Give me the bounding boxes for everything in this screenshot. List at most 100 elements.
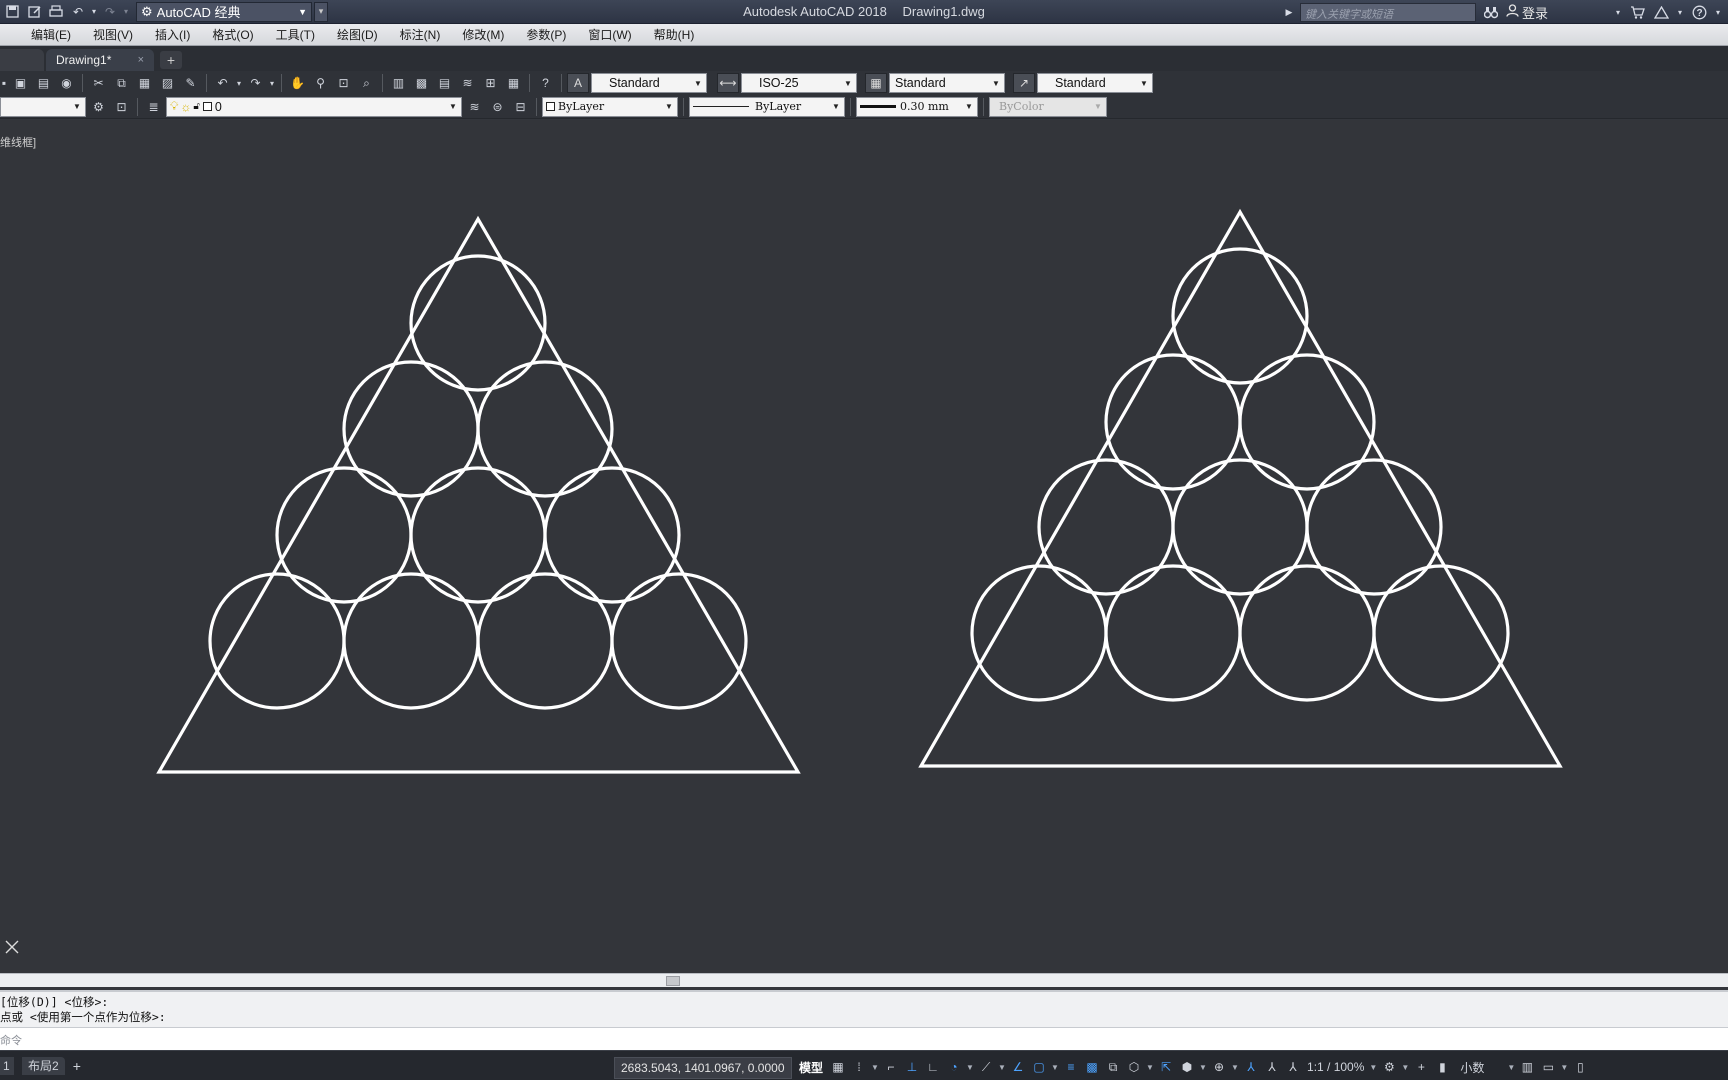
object-snap-tracking-icon[interactable]: ∠ <box>1009 1057 1027 1077</box>
quick-properties-icon[interactable]: ▥ <box>1518 1057 1536 1077</box>
autodesk-a360-icon[interactable] <box>1652 3 1670 21</box>
annotation-scale-icon[interactable]: ⅄ <box>1284 1057 1302 1077</box>
menu-dimension[interactable]: 标注(N) <box>389 24 452 46</box>
chevron-down-icon[interactable]: ▼ <box>871 1057 879 1077</box>
make-current-layer-icon[interactable]: ≋ <box>464 97 485 117</box>
mleader-style-dropdown[interactable]: Standard ▼ <box>1037 73 1153 93</box>
block-editor-icon[interactable]: ✎ <box>180 73 201 93</box>
paste-icon[interactable]: ▦ <box>134 73 155 93</box>
annotation-visibility-icon[interactable]: ⅄ <box>1242 1057 1260 1077</box>
model-space-button[interactable]: 模型 <box>796 1057 826 1077</box>
calculator-icon[interactable]: ▦ <box>503 73 524 93</box>
units-icon[interactable]: ▮ <box>1433 1057 1451 1077</box>
linetype-dropdown[interactable]: ByLayer ▼ <box>689 96 845 117</box>
chevron-down-icon[interactable]: ▼ <box>1146 1057 1154 1077</box>
command-input[interactable]: 命令 <box>0 1027 1728 1050</box>
grid-icon[interactable]: ▦ <box>829 1057 847 1077</box>
add-layout-button[interactable]: + <box>73 1058 81 1074</box>
chevron-down-icon[interactable]: ▼ <box>966 1057 974 1077</box>
isometric-drafting-icon[interactable]: ⟋ <box>977 1057 995 1077</box>
drawing-canvas[interactable]: 维线框] <box>0 120 1728 987</box>
annotation-scale-value[interactable]: 1:1 / 100% <box>1305 1057 1366 1077</box>
layer-dropdown[interactable]: 💡︎ ☼ 🔓︎ 0 ▼ <box>166 96 462 117</box>
redo-dropdown-icon[interactable]: ▾ <box>122 3 130 21</box>
publish-icon[interactable]: ◉ <box>56 73 77 93</box>
close-icon[interactable]: × <box>138 54 144 66</box>
selection-filter-icon[interactable]: ⬢ <box>1178 1057 1196 1077</box>
menu-parametric[interactable]: 参数(P) <box>515 24 577 46</box>
print-icon[interactable] <box>46 3 66 21</box>
undo-dropdown-icon[interactable]: ▾ <box>235 73 243 93</box>
text-style-icon[interactable]: A <box>567 73 589 93</box>
menu-view[interactable]: 视图(V) <box>82 24 144 46</box>
workspace-dropdown[interactable]: ⚙ AutoCAD 经典 ▼ <box>136 1 312 22</box>
triangle-drawing-right[interactable] <box>918 208 1563 768</box>
chevron-down-icon[interactable]: ▼ <box>998 1057 1006 1077</box>
redo-icon[interactable]: ↷ <box>100 3 120 21</box>
redo-icon[interactable]: ↷ <box>245 73 266 93</box>
clean-screen-icon[interactable]: ▭ <box>1539 1057 1557 1077</box>
binoculars-icon[interactable] <box>1482 3 1500 21</box>
chevron-down-icon[interactable]: ▼ <box>1401 1057 1409 1077</box>
color-dropdown[interactable]: ByLayer ▼ <box>542 96 678 117</box>
menu-draw[interactable]: 绘图(D) <box>326 24 389 46</box>
menu-modify[interactable]: 修改(M) <box>451 24 515 46</box>
text-style-dropdown[interactable]: Standard ▼ <box>591 73 707 93</box>
save-icon[interactable] <box>2 3 22 21</box>
design-center-icon[interactable]: ▩ <box>411 73 432 93</box>
redo-dropdown-icon[interactable]: ▾ <box>268 73 276 93</box>
ortho-icon[interactable]: ∟ <box>924 1057 942 1077</box>
gear-icon[interactable]: ⚙ <box>88 97 109 117</box>
workspace-settings-icon[interactable]: ⊡ <box>111 97 132 117</box>
workspace-switching-icon[interactable]: ⚙ <box>1380 1057 1398 1077</box>
menu-help[interactable]: 帮助(H) <box>643 24 706 46</box>
zoom-realtime-icon[interactable]: ⚲ <box>310 73 331 93</box>
properties-icon[interactable]: ▥ <box>388 73 409 93</box>
gizmo-icon[interactable]: ⊕ <box>1210 1057 1228 1077</box>
menu-window[interactable]: 窗口(W) <box>577 24 642 46</box>
zoom-previous-icon[interactable]: ⌕ <box>356 73 377 93</box>
selection-cycling-icon[interactable]: ⧉ <box>1104 1057 1122 1077</box>
table-style-icon[interactable]: ▦ <box>865 73 887 93</box>
layer-previous-icon[interactable]: ⊜ <box>487 97 508 117</box>
triangle-drawing-left[interactable] <box>156 215 801 774</box>
workspace-combo[interactable]: ▼ <box>0 96 86 117</box>
tab-start[interactable] <box>0 49 44 71</box>
copy-icon[interactable]: ⧉ <box>111 73 132 93</box>
sheet-set-icon[interactable]: ≋ <box>457 73 478 93</box>
expand-search-icon[interactable]: ▶ <box>1284 3 1294 21</box>
tab-layout2[interactable]: 布局2 <box>22 1056 65 1075</box>
help-icon[interactable]: ? <box>1690 3 1708 21</box>
infer-constraints-icon[interactable]: ⌐ <box>882 1057 900 1077</box>
tab-drawing1[interactable]: Drawing1* × <box>46 49 154 71</box>
match-properties-icon[interactable]: ▨ <box>157 73 178 93</box>
undo-icon[interactable]: ↶ <box>212 73 233 93</box>
dynamic-input-icon[interactable]: ⊥ <box>903 1057 921 1077</box>
scrollbar-thumb[interactable] <box>666 976 680 986</box>
save-icon[interactable]: ▤ <box>33 73 54 93</box>
pan-icon[interactable]: ✋ <box>287 73 308 93</box>
cart-icon[interactable] <box>1628 3 1646 21</box>
chevron-down-icon[interactable]: ▼ <box>1231 1057 1239 1077</box>
help-dropdown-icon[interactable]: ▾ <box>1714 3 1722 21</box>
layer-properties-icon[interactable]: ≣ <box>143 97 164 117</box>
new-tab-button[interactable]: + <box>160 51 182 69</box>
lineweight-dropdown[interactable]: 0.30 mm ▼ <box>856 96 978 117</box>
tab-layout1[interactable]: 1 <box>0 1056 14 1075</box>
menu-format[interactable]: 格式(O) <box>201 24 264 46</box>
login-button[interactable]: 登录 <box>1506 3 1548 22</box>
customization-icon[interactable]: ▯ <box>1571 1057 1589 1077</box>
new-icon[interactable]: ▪ <box>0 73 8 93</box>
help-icon[interactable]: ? <box>535 73 556 93</box>
chevron-down-icon[interactable]: ▼ <box>1560 1057 1568 1077</box>
coordinates-display[interactable]: 2683.5043, 1401.0967, 0.0000 <box>614 1057 792 1079</box>
layer-state-icon[interactable]: ⊟ <box>510 97 531 117</box>
table-style-dropdown[interactable]: Standard ▼ <box>889 73 1005 93</box>
horizontal-scrollbar[interactable] <box>0 973 1728 987</box>
save-as-icon[interactable] <box>24 3 44 21</box>
auto-scale-icon[interactable]: ⅄ <box>1263 1057 1281 1077</box>
open-icon[interactable]: ▣ <box>10 73 31 93</box>
search-input[interactable]: 键入关键字或短语 <box>1299 2 1476 22</box>
snap-icon[interactable]: ⁞ <box>850 1057 868 1077</box>
undo-icon[interactable]: ↶ <box>68 3 88 21</box>
